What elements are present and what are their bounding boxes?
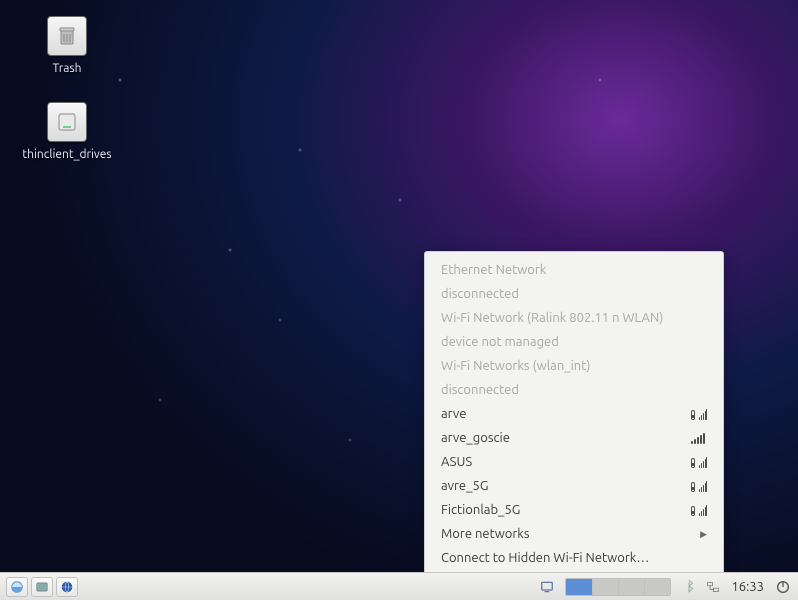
nm-connect-hidden-label: Connect to Hidden Wi-Fi Network… xyxy=(441,551,649,565)
workspace-1[interactable] xyxy=(566,579,592,595)
show-desktop-button[interactable] xyxy=(539,579,555,595)
workspace-3[interactable] xyxy=(618,579,644,595)
logout-button[interactable] xyxy=(774,578,792,596)
wifi-signal-icon xyxy=(691,408,707,420)
nm-wifi-asus[interactable]: ASUS xyxy=(425,450,723,474)
nm-wifi-arve-goscie[interactable]: arve_goscie xyxy=(425,426,723,450)
nm-wifi-ssid: avre_5G xyxy=(441,479,488,493)
desktop-icon-drive[interactable]: thinclient_drives xyxy=(22,102,112,162)
wifi-signal-icon xyxy=(691,456,707,468)
nm-wifi-ssid: Fictionlab_5G xyxy=(441,503,520,517)
workspace-4[interactable] xyxy=(644,579,670,595)
desktop-icon-label: thinclient_drives xyxy=(22,148,111,162)
nm-section-wifi-ext: Wi-Fi Network (Ralink 802.11 n WLAN) xyxy=(425,306,723,330)
nm-more-networks-label: More networks xyxy=(441,527,530,541)
wifi-signal-icon xyxy=(691,432,707,444)
nm-wifi-ssid: arve_goscie xyxy=(441,431,510,445)
nm-ethernet-status: disconnected xyxy=(425,282,723,306)
trash-icon xyxy=(47,16,87,56)
nm-wifi-avre-5g[interactable]: avre_5G xyxy=(425,474,723,498)
desktop[interactable]: Trash thinclient_drives Ethernet Network… xyxy=(0,0,798,600)
nm-section-ethernet: Ethernet Network xyxy=(425,258,723,282)
taskbar: 16:33 xyxy=(0,572,798,600)
wifi-signal-icon xyxy=(691,504,707,516)
nm-wifi-ssid: arve xyxy=(441,407,466,421)
drive-icon xyxy=(47,102,87,142)
network-manager-menu: Ethernet Network disconnected Wi-Fi Netw… xyxy=(424,251,724,577)
desktop-icon-trash[interactable]: Trash xyxy=(22,16,112,76)
nm-wifi-arve[interactable]: arve xyxy=(425,402,723,426)
desktop-icon-label: Trash xyxy=(52,62,81,76)
nm-wifi-int-status: disconnected xyxy=(425,378,723,402)
nm-connect-hidden[interactable]: Connect to Hidden Wi-Fi Network… xyxy=(425,546,723,570)
workspace-2[interactable] xyxy=(592,579,618,595)
taskbar-browser[interactable] xyxy=(56,577,78,597)
wifi-signal-icon xyxy=(691,480,707,492)
nm-more-networks[interactable]: More networks xyxy=(425,522,723,546)
nm-wifi-ssid: ASUS xyxy=(441,455,472,469)
nm-wifi-ext-status: device not managed xyxy=(425,330,723,354)
nm-section-wifi-int: Wi-Fi Networks (wlan_int) xyxy=(425,354,723,378)
network-tray-icon[interactable] xyxy=(705,579,721,595)
taskbar-clock[interactable]: 16:33 xyxy=(731,580,764,594)
bluetooth-tray-icon[interactable] xyxy=(681,579,697,595)
workspace-pager[interactable] xyxy=(565,578,671,596)
taskbar-file-manager[interactable] xyxy=(31,577,53,597)
start-menu-button[interactable] xyxy=(6,577,28,597)
nm-wifi-fictionlab-5g[interactable]: Fictionlab_5G xyxy=(425,498,723,522)
